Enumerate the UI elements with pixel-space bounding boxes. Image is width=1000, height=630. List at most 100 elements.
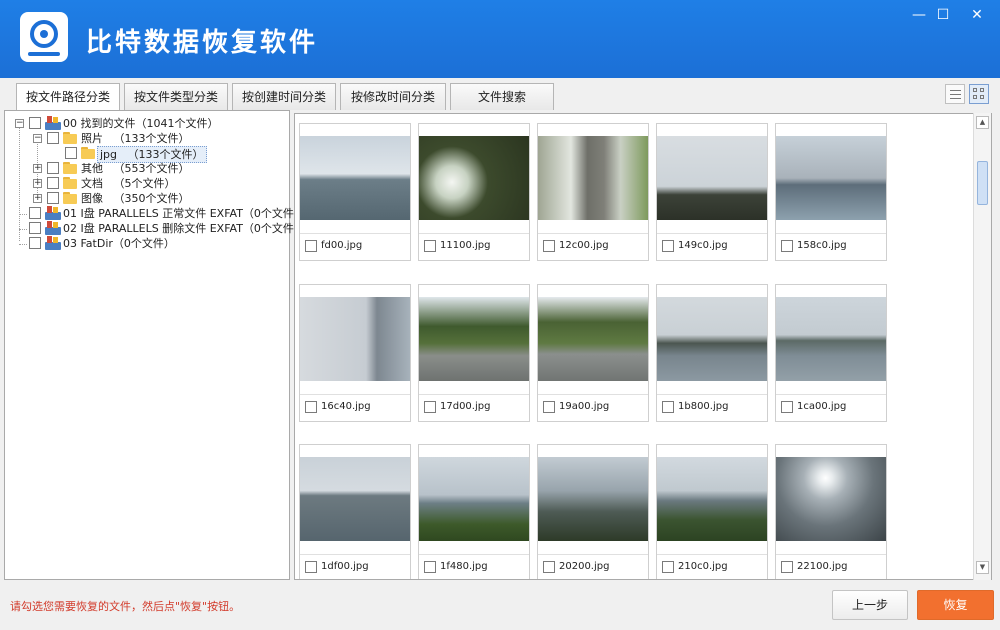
file-name: 149c0.jpg xyxy=(678,240,728,251)
folder-icon xyxy=(63,162,77,174)
tab-by-create-time[interactable]: 按创建时间分类 xyxy=(232,83,336,110)
folder-icon xyxy=(63,132,77,144)
file-checkbox[interactable] xyxy=(424,561,436,573)
app-title: 比特数据恢复软件 xyxy=(86,28,319,58)
tree-checkbox[interactable] xyxy=(65,147,77,159)
tree-checkbox[interactable] xyxy=(47,162,59,174)
photo-thumbnail xyxy=(300,297,410,381)
file-checkbox[interactable] xyxy=(543,240,555,252)
file-name: 1df00.jpg xyxy=(321,561,369,572)
tree-node-images[interactable]: + 图像 （350个文件） xyxy=(5,191,289,206)
drive-icon xyxy=(45,236,61,250)
file-checkbox[interactable] xyxy=(781,401,793,413)
file-name: 1b800.jpg xyxy=(678,401,729,412)
photo-thumbnail xyxy=(776,457,886,541)
file-checkbox[interactable] xyxy=(781,240,793,252)
photo-thumbnail xyxy=(419,136,529,220)
file-card[interactable]: 22100.jpg xyxy=(775,444,887,579)
list-view-icon[interactable] xyxy=(945,84,965,104)
file-checkbox[interactable] xyxy=(424,240,436,252)
file-card[interactable]: 210c0.jpg xyxy=(656,444,768,579)
maximize-button[interactable]: ☐ xyxy=(928,4,958,26)
recover-button[interactable]: 恢复 xyxy=(917,590,994,620)
photo-thumbnail xyxy=(538,457,648,541)
thumbnail-grid: fd00.jpg 11100.jpg 12c00.jpg 149c0.jpg 1… xyxy=(294,113,992,580)
file-name: fd00.jpg xyxy=(321,240,363,251)
file-card[interactable]: 11100.jpg xyxy=(418,123,530,261)
tab-by-path[interactable]: 按文件路径分类 xyxy=(16,83,120,111)
tree-checkbox[interactable] xyxy=(29,117,41,129)
file-card[interactable]: 149c0.jpg xyxy=(656,123,768,261)
file-checkbox[interactable] xyxy=(662,561,674,573)
tab-by-type[interactable]: 按文件类型分类 xyxy=(124,83,228,110)
tree-checkbox[interactable] xyxy=(29,222,41,234)
tab-file-search[interactable]: 文件搜索 xyxy=(450,83,554,110)
file-name: 19a00.jpg xyxy=(559,401,610,412)
tree-node-documents[interactable]: + 文档 （5个文件） xyxy=(5,176,289,191)
photo-thumbnail xyxy=(419,457,529,541)
file-name: 1ca00.jpg xyxy=(797,401,847,412)
tree-node-other[interactable]: + 其他 （553个文件） xyxy=(5,161,289,176)
file-name: 12c00.jpg xyxy=(559,240,609,251)
file-name: 16c40.jpg xyxy=(321,401,371,412)
tree-node-found-files[interactable]: − 00 找到的文件（1041个文件） xyxy=(5,116,289,131)
file-checkbox[interactable] xyxy=(305,401,317,413)
tree-node-label: 03 FatDir（0个文件） xyxy=(63,237,175,250)
file-checkbox[interactable] xyxy=(305,240,317,252)
photo-thumbnail xyxy=(657,457,767,541)
expand-icon[interactable]: + xyxy=(33,179,42,188)
tree-checkbox[interactable] xyxy=(47,192,59,204)
close-button[interactable]: ✕ xyxy=(962,4,992,26)
scroll-thumb[interactable] xyxy=(977,161,988,205)
photo-thumbnail xyxy=(300,457,410,541)
file-checkbox[interactable] xyxy=(305,561,317,573)
file-card[interactable]: 19a00.jpg xyxy=(537,284,649,422)
file-checkbox[interactable] xyxy=(662,401,674,413)
file-name: 1f480.jpg xyxy=(440,561,488,572)
drive-icon xyxy=(45,221,61,235)
file-card[interactable]: 17d00.jpg xyxy=(418,284,530,422)
file-card[interactable]: 16c40.jpg xyxy=(299,284,411,422)
title-bar: 比特数据恢复软件 — ☐ ✕ xyxy=(0,0,1000,78)
thumbnail-view-icon[interactable] xyxy=(969,84,989,104)
tree-checkbox[interactable] xyxy=(47,177,59,189)
file-card[interactable]: 158c0.jpg xyxy=(775,123,887,261)
file-card[interactable]: 1df00.jpg xyxy=(299,444,411,579)
drive-icon xyxy=(45,116,61,130)
file-checkbox[interactable] xyxy=(781,561,793,573)
tree-node-photos[interactable]: − 照片 （133个文件） xyxy=(5,131,289,146)
file-checkbox[interactable] xyxy=(543,401,555,413)
file-card[interactable]: 1f480.jpg xyxy=(418,444,530,579)
file-card[interactable]: 20200.jpg xyxy=(537,444,649,579)
folder-tree: − 00 找到的文件（1041个文件） − 照片 （133个文件） jpg （1… xyxy=(4,110,305,580)
collapse-icon[interactable]: − xyxy=(33,134,42,143)
file-card[interactable]: 1b800.jpg xyxy=(656,284,768,422)
tree-checkbox[interactable] xyxy=(47,132,59,144)
file-checkbox[interactable] xyxy=(543,561,555,573)
tree-node-label: 照片 （133个文件） xyxy=(81,132,190,145)
tree-node-label: 01 I盘 PARALLELS 正常文件 EXFAT（0个文件） xyxy=(63,207,305,220)
file-name: 22100.jpg xyxy=(797,561,848,572)
file-card[interactable]: 12c00.jpg xyxy=(537,123,649,261)
tree-node-deleted-files[interactable]: 02 I盘 PARALLELS 删除文件 EXFAT（0个文件） xyxy=(5,221,305,236)
file-checkbox[interactable] xyxy=(662,240,674,252)
photo-thumbnail xyxy=(776,297,886,381)
tree-checkbox[interactable] xyxy=(29,207,41,219)
tree-checkbox[interactable] xyxy=(29,237,41,249)
expand-icon[interactable]: + xyxy=(33,164,42,173)
tab-by-modify-time[interactable]: 按修改时间分类 xyxy=(340,83,446,110)
photo-thumbnail xyxy=(538,297,648,381)
tree-node-jpg[interactable]: jpg （133个文件） xyxy=(5,146,289,163)
file-checkbox[interactable] xyxy=(424,401,436,413)
file-card[interactable]: 1ca00.jpg xyxy=(775,284,887,422)
collapse-icon[interactable]: − xyxy=(15,119,24,128)
expand-icon[interactable]: + xyxy=(33,194,42,203)
tree-node-fatdir[interactable]: 03 FatDir（0个文件） xyxy=(5,236,289,251)
previous-step-button[interactable]: 上一步 xyxy=(832,590,908,620)
scroll-down-icon[interactable]: ▼ xyxy=(976,561,989,574)
folder-icon xyxy=(81,147,95,159)
tree-node-normal-files[interactable]: 01 I盘 PARALLELS 正常文件 EXFAT（0个文件） xyxy=(5,206,305,221)
file-card[interactable]: fd00.jpg xyxy=(299,123,411,261)
scroll-up-icon[interactable]: ▲ xyxy=(976,116,989,129)
vertical-scrollbar[interactable]: ▲ ▼ xyxy=(973,113,991,580)
